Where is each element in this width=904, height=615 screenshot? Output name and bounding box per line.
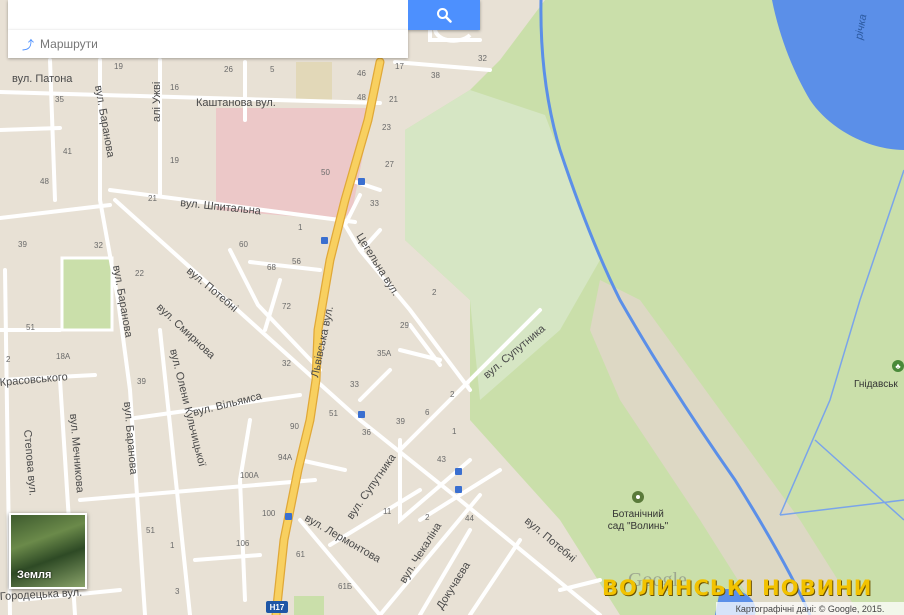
- house-number: 48: [40, 177, 49, 186]
- house-number: 90: [290, 422, 299, 431]
- house-number: 21: [389, 95, 398, 104]
- street-label-patona: вул. Патона: [12, 73, 73, 85]
- directions-icon: ⤴: [22, 37, 35, 52]
- park-small: [60, 256, 114, 332]
- house-number: 39: [396, 417, 405, 426]
- house-number: 5: [270, 65, 275, 74]
- house-number: 19: [170, 156, 179, 165]
- hnidavske-label: Гнідавськ: [854, 379, 898, 390]
- map-canvas[interactable]: ♣ вул. Патона Каштанова вул. вул. Шпитал…: [0, 0, 904, 615]
- house-number: 56: [292, 257, 301, 266]
- house-number: 38: [431, 71, 440, 80]
- house-number: 1: [170, 541, 175, 550]
- house-number: 46: [357, 69, 366, 78]
- house-number: 6: [425, 408, 430, 417]
- park-corner: [294, 596, 324, 615]
- house-number: 50: [321, 168, 330, 177]
- house-number: 43: [437, 455, 446, 464]
- house-number: 68: [267, 263, 276, 272]
- house-number: 1: [298, 223, 303, 232]
- sand-block: [296, 62, 332, 102]
- svg-text:♣: ♣: [895, 362, 901, 371]
- botanic-garden-icon: [632, 491, 644, 503]
- search-button[interactable]: [408, 0, 480, 30]
- house-number: 36: [362, 428, 371, 437]
- search-box: [8, 0, 480, 30]
- house-number: 23: [382, 123, 391, 132]
- watermark: ВОЛИНСЬКІ НОВИНИ: [602, 576, 873, 600]
- house-number: 32: [94, 241, 103, 250]
- search-icon: [437, 8, 452, 23]
- house-number: 2: [450, 390, 455, 399]
- house-number: 1: [452, 427, 457, 436]
- house-number: 48: [357, 93, 366, 102]
- house-number: 94А: [278, 453, 293, 462]
- house-number: 21: [148, 194, 157, 203]
- house-number: 32: [478, 54, 487, 63]
- house-number: 51: [329, 409, 338, 418]
- house-number: 100А: [240, 471, 259, 480]
- house-number: 32: [282, 359, 291, 368]
- house-number: 35: [55, 95, 64, 104]
- house-number: 2: [425, 513, 430, 522]
- house-number: 33: [370, 199, 379, 208]
- house-number: 39: [18, 240, 27, 249]
- house-number: 27: [385, 160, 394, 169]
- earth-view-toggle[interactable]: Земля: [9, 513, 87, 589]
- search-input[interactable]: [8, 0, 408, 30]
- park-poi-icon: ♣: [892, 360, 904, 372]
- house-number: 39: [137, 377, 146, 386]
- botanic-garden-label-2: сад "Волинь": [608, 521, 669, 532]
- street-label-kashtanova: Каштанова вул.: [196, 97, 276, 109]
- house-number: 44: [465, 514, 474, 523]
- house-number: 19: [114, 62, 123, 71]
- house-number: 2: [432, 288, 437, 297]
- house-number: 17: [395, 62, 404, 71]
- house-number: 18А: [56, 352, 71, 361]
- house-number: 72: [282, 302, 291, 311]
- house-number: 60: [239, 240, 248, 249]
- map-attribution[interactable]: Картографічні дані: © Google, 2015.: [716, 602, 904, 615]
- house-number: 26: [224, 65, 233, 74]
- house-number: 100: [262, 509, 276, 518]
- directions-link[interactable]: ⤴ Маршрути: [8, 30, 408, 58]
- house-number: 2: [6, 355, 11, 364]
- street-label-ukrainky: алі Ужві: [151, 82, 163, 122]
- house-number: 3: [175, 587, 180, 596]
- house-number: 41: [63, 147, 72, 156]
- house-number: 35А: [377, 349, 392, 358]
- house-number: 16: [170, 83, 179, 92]
- house-number: 106: [236, 539, 250, 548]
- house-number: 33: [350, 380, 359, 389]
- house-number: 51: [26, 323, 35, 332]
- road-shield-h17: H17: [266, 601, 288, 613]
- directions-label: Маршрути: [40, 37, 98, 51]
- house-number: 61Б: [338, 582, 352, 591]
- earth-view-label: Земля: [17, 569, 52, 581]
- house-number: 51: [146, 526, 155, 535]
- house-number: 11: [383, 507, 392, 516]
- house-number: 22: [135, 269, 144, 278]
- house-number: 61: [296, 550, 305, 559]
- botanic-garden-label-1: Ботанічний: [612, 509, 664, 520]
- house-number: 29: [400, 321, 409, 330]
